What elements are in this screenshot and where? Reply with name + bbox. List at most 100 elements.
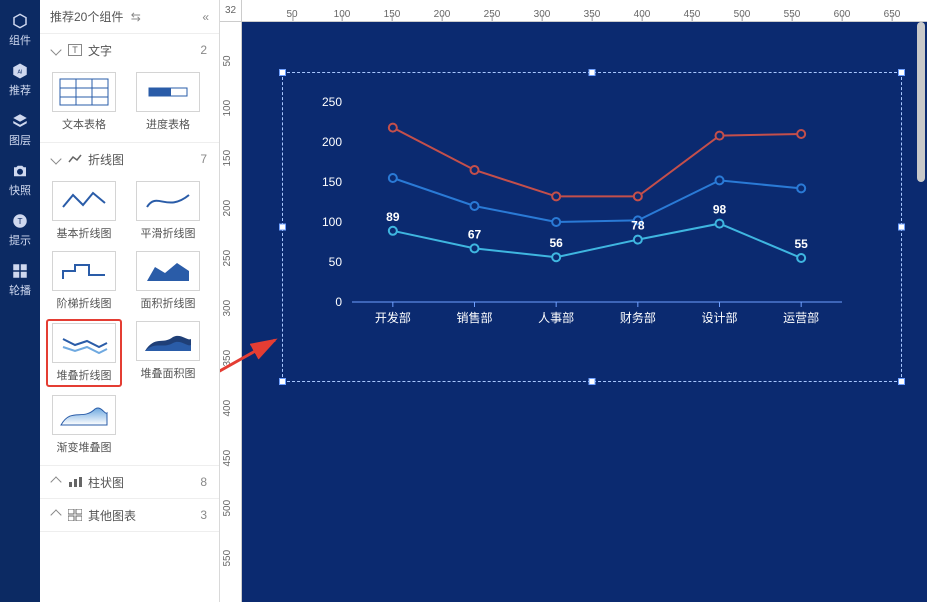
section-label: 柱状图 [88,474,124,491]
y-tick-label: 150 [322,175,342,189]
x-tick-label: 开发部 [375,310,411,325]
ruler-v-tick: 350 [222,350,233,367]
layers-icon [11,112,29,130]
x-tick-label: 财务部 [620,310,656,325]
data-point [634,236,642,244]
data-label: 56 [549,236,563,250]
data-point [552,218,560,226]
ruler-v-tick: 300 [222,300,233,317]
y-tick-label: 200 [322,135,342,149]
rail-label: 图层 [9,132,31,148]
thumb-preview [52,395,116,435]
section-header-line[interactable]: 折线图7 [40,143,219,175]
chevron-icon [50,44,61,55]
component-thumb-smooth-line[interactable]: 平滑折线图 [132,181,204,241]
component-thumb-step-line[interactable]: 阶梯折线图 [48,251,120,311]
rail-item-carousel[interactable]: 轮播 [0,256,40,304]
ruler-h-tick: 550 [784,9,801,20]
resize-handle-tl[interactable] [279,69,286,76]
resize-handle-br[interactable] [898,378,905,385]
thumb-preview [52,323,116,363]
section-label: 其他图表 [88,507,136,524]
component-thumb-basic-line[interactable]: 基本折线图 [48,181,120,241]
component-thumb-progress-table[interactable]: 进度表格 [132,72,204,132]
y-tick-label: 0 [335,295,342,309]
ruler-horizontal: 50100150200250300350400450500550600650 [242,0,927,22]
rail-item-recommend[interactable]: AI 推荐 [0,56,40,104]
data-point [634,192,642,200]
component-thumb-stack-line[interactable]: 堆叠折线图 [48,321,120,385]
thumb-label: 文本表格 [62,116,106,132]
rail-item-components[interactable]: 组件 [0,6,40,54]
component-thumb-area-line[interactable]: 面积折线图 [132,251,204,311]
swap-icon[interactable]: ⇆ [131,10,141,24]
thumb-preview [136,321,200,361]
resize-handle-tr[interactable] [898,69,905,76]
resize-handle-b[interactable] [589,378,596,385]
ruler-v-tick: 50 [222,55,233,66]
chevron-icon [50,153,61,164]
panel-title: 推荐20个组件 [50,10,123,24]
section-body-line: 基本折线图平滑折线图阶梯折线图面积折线图堆叠折线图 堆叠面积图渐变堆叠图 [40,175,219,465]
component-thumb-text-table[interactable]: 文本表格 [48,72,120,132]
panel-header: 推荐20个组件 ⇆ « [40,0,219,34]
resize-handle-r[interactable] [898,224,905,231]
vertical-scrollbar[interactable] [917,22,925,600]
thumb-preview [136,251,200,291]
component-panel: 推荐20个组件 ⇆ « T文字2文本表格进度表格折线图7基本折线图平滑折线图阶梯… [40,0,220,602]
ruler-h-tick: 600 [834,9,851,20]
left-rail: 组件 AI 推荐 图层 快照 T 提示 轮播 [0,0,40,602]
ruler-h-tick: 300 [534,9,551,20]
thumb-preview [136,181,200,221]
rail-item-snapshot[interactable]: 快照 [0,156,40,204]
thumb-label: 平滑折线图 [141,225,196,241]
ruler-h-tick: 200 [434,9,451,20]
data-point [797,254,805,262]
section-header-bar[interactable]: 柱状图 8 [40,466,219,498]
rail-label: 推荐 [9,82,31,98]
rail-item-layers[interactable]: 图层 [0,106,40,154]
data-label: 89 [386,210,400,224]
ruler-h-tick: 100 [334,9,351,20]
component-thumb-stack-area[interactable]: 堆叠面积图 [132,321,204,385]
thumb-label: 堆叠折线图 [57,367,112,383]
section-header-other[interactable]: 其他图表3 [40,499,219,531]
data-point [797,184,805,192]
resize-handle-bl[interactable] [279,378,286,385]
x-tick-label: 销售部 [456,310,492,325]
rail-label: 组件 [9,32,31,48]
ruler-h-tick: 50 [286,9,297,20]
canvas-stage[interactable]: 050100150200250开发部销售部人事部财务部设计部运营部8967567… [242,22,927,602]
section-count: 8 [200,475,207,489]
rail-item-tip[interactable]: T 提示 [0,206,40,254]
section-count: 7 [200,152,207,166]
series-line-2 [393,178,801,222]
data-label: 55 [794,237,808,251]
section-header-text[interactable]: T文字2 [40,34,219,66]
other-section-icon [68,509,82,521]
data-point [716,132,724,140]
data-label: 98 [713,203,727,217]
text-circle-icon: T [11,212,29,230]
data-point [552,192,560,200]
section-label: 文字 [88,42,112,59]
thumb-preview [52,181,116,221]
component-thumb-gradient-stack[interactable]: 渐变堆叠图 [48,395,120,455]
collapse-panel-button[interactable]: « [202,10,209,24]
data-point [389,124,397,132]
ruler-h-tick: 450 [684,9,701,20]
ruler-h-tick: 650 [884,9,901,20]
ruler-v-tick: 450 [222,450,233,467]
data-point [797,130,805,138]
section-body-text: 文本表格 进度表格 [40,66,219,142]
data-label: 78 [631,219,645,233]
thumb-label: 渐变堆叠图 [57,439,112,455]
x-tick-label: 设计部 [701,310,737,325]
ruler-v-tick: 250 [222,250,233,267]
thumb-preview [52,72,116,112]
stacked-line-chart[interactable]: 050100150200250开发部销售部人事部财务部设计部运营部8967567… [302,82,862,342]
resize-handle-t[interactable] [589,69,596,76]
data-point [552,253,560,261]
ruler-v-tick: 150 [222,150,233,167]
resize-handle-l[interactable] [279,224,286,231]
